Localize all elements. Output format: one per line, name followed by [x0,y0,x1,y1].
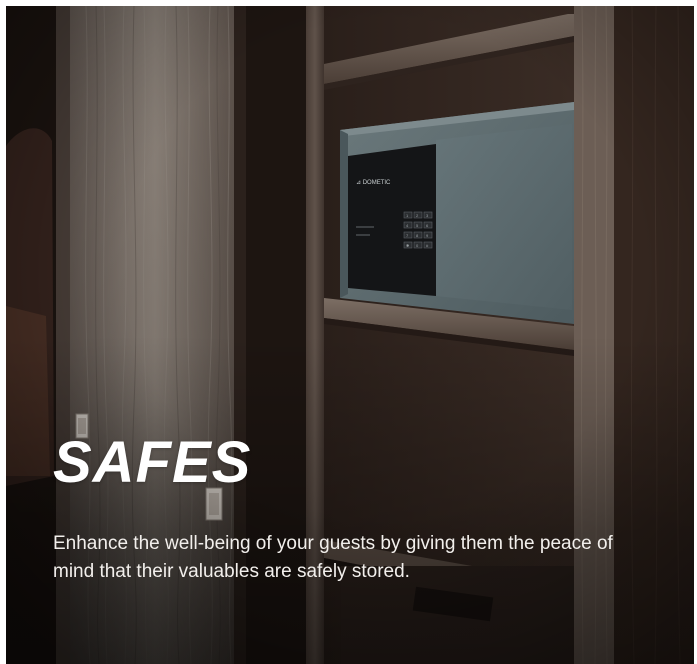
hero-heading: SAFES [53,430,252,495]
hero-banner: ⊿ DOMETIC 123 456 789 ✱0# [6,6,694,664]
hero-description: Enhance the well-being of your guests by… [53,533,613,582]
